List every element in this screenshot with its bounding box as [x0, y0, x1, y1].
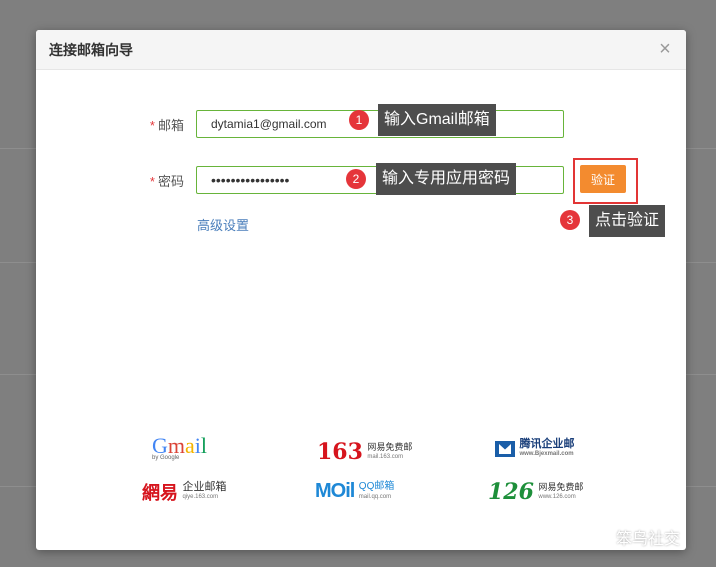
- email-label: * 邮箱: [149, 118, 184, 133]
- required-mark: *: [149, 118, 155, 133]
- connect-mailbox-dialog: 连接邮箱向导 × *邮箱 *密码 •••••••••••••••• 验证 高级设…: [36, 30, 686, 550]
- dialog-header: 连接邮箱向导 ×: [36, 30, 686, 70]
- annotation-tip-3: 点击验证: [589, 205, 666, 237]
- verify-button[interactable]: 验证: [580, 165, 626, 193]
- advanced-settings-link[interactable]: 高级设置: [197, 215, 249, 234]
- required-mark: *: [149, 174, 155, 189]
- annotation-badge-1: 1: [349, 110, 369, 130]
- verify-highlight-box: 验证: [573, 158, 638, 204]
- gmail-logo: Gmail by Google: [152, 433, 208, 462]
- password-label: * 密码: [149, 174, 184, 189]
- annotation-badge-2: 2: [346, 169, 366, 189]
- annotation-tip-2: 输入专用应用密码: [376, 163, 517, 195]
- netease-enterprise-logo: 網易 企业邮箱 qiye.163.com: [142, 481, 227, 504]
- 126-mail-logo: 126 网易免费邮 www.126.com: [488, 479, 584, 505]
- annotation-tip-1: 输入Gmail邮箱: [378, 104, 496, 136]
- annotation-badge-3: 3: [560, 210, 580, 230]
- tencent-exmail-logo: 腾讯企业邮 www.Bjexmail.com: [495, 439, 574, 459]
- close-icon[interactable]: ×: [654, 38, 676, 60]
- 163-mail-logo: 163 网易免费邮 mail.163.com: [317, 439, 413, 465]
- tencent-exmail-icon: [495, 441, 515, 457]
- qq-mail-logo: MOil QQ邮箱 mail.qq.com: [315, 480, 395, 502]
- watermark: 笨鸟社交: [592, 525, 680, 549]
- dialog-title: 连接邮箱向导: [49, 42, 133, 58]
- wechat-icon: [592, 532, 612, 547]
